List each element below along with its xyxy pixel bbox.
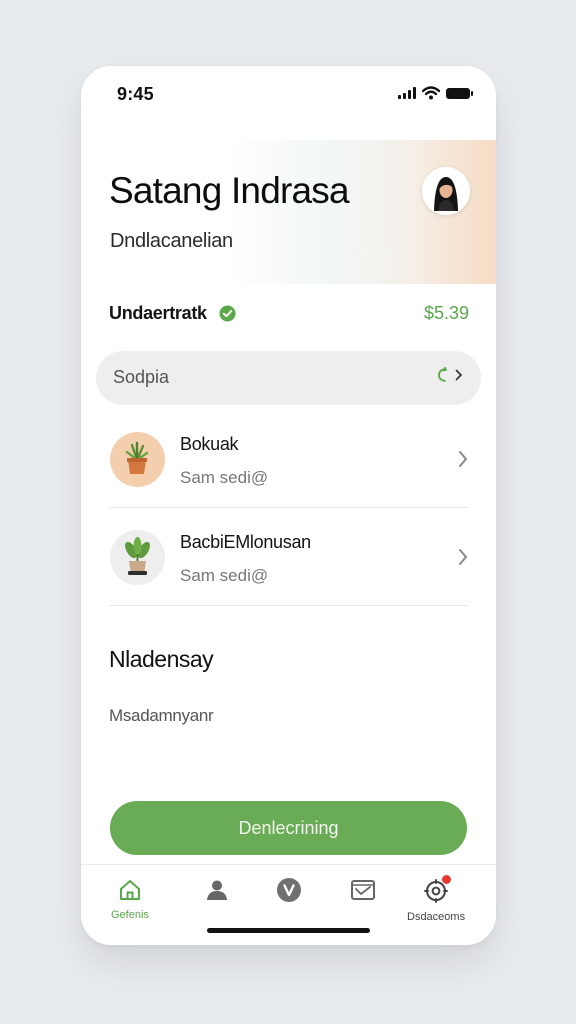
wifi-icon [422,86,440,100]
avatar[interactable] [422,167,470,215]
item-title: Bokuak [180,434,239,454]
item-title: BacbiEMlonusan [180,532,311,552]
tab-v[interactable] [276,877,302,903]
tab-label: Dsdaceoms [407,911,466,923]
section-subtitle: Msadamnyanr [109,706,214,725]
home-indicator [207,928,370,933]
notification-dot [442,875,452,884]
verified-check-icon [219,305,236,322]
phone-frame: 9:45 Satang Indrasa Dndlacanelian Undaer… [81,66,496,945]
profile-subtitle: Dndlacanelian [110,230,233,252]
tab-inbox[interactable] [349,877,377,903]
status-icons [398,86,473,100]
profile-header: Satang Indrasa Dndlacanelian [81,140,496,284]
chevron-right-small-icon [455,369,462,381]
balance-row: Undaertratk $5.39 [109,303,469,327]
balance-label: Undaertratk [109,303,207,323]
potted-plant-icon [125,441,149,474]
tab-home[interactable]: Gefenis [111,877,149,921]
section-title: Nladensay [109,646,214,672]
item-thumbnail [110,530,165,585]
tab-profile[interactable] [204,877,230,903]
refresh-icon [438,367,448,382]
tab-label: Gefenis [111,909,149,921]
item-subtitle: Sam sedi@ [180,468,269,487]
status-bar: 9:45 [81,66,496,126]
chevron-right-icon [459,451,467,467]
inbox-icon [351,880,375,900]
sprout-pot-icon [125,537,150,575]
search-placeholder: Sodpia [113,367,170,387]
avatar-portrait-icon [422,167,470,215]
search-action-button[interactable] [437,367,463,383]
tab-settings[interactable]: Dsdaceoms [407,875,466,923]
search-input[interactable]: Sodpia [96,351,481,405]
primary-action-button[interactable]: Denlecrining [110,801,467,855]
item-thumbnail [110,432,165,487]
home-icon [119,880,140,900]
settings-icon-wrap [422,875,452,905]
battery-icon [446,87,473,99]
balance-amount: $5.39 [423,303,469,323]
v-circle-icon [277,878,301,902]
signal-icon [398,87,416,99]
chevron-right-icon [459,549,467,565]
list-item[interactable]: BacbiEMlonusan Sam sedi@ [109,508,468,606]
status-time: 9:45 [117,84,154,104]
item-subtitle: Sam sedi@ [180,566,269,585]
person-icon [207,880,227,900]
profile-name: Satang Indrasa [109,170,350,211]
list-item[interactable]: Bokuak Sam sedi@ [109,410,468,508]
